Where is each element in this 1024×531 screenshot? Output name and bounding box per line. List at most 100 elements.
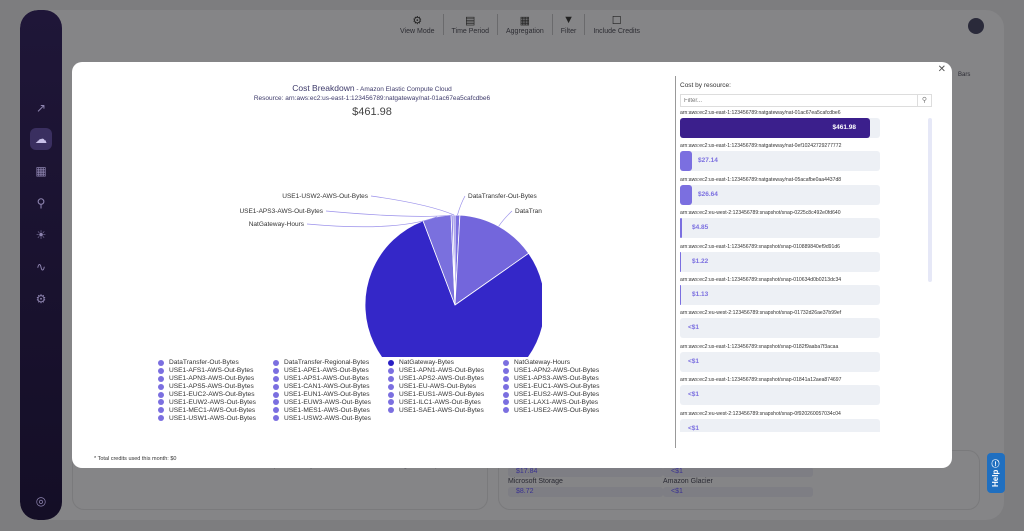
search-icon[interactable]: ⚲: [30, 192, 52, 214]
avatar[interactable]: [968, 18, 984, 34]
resource-item[interactable]: arn:aws:ec2:us-east-1:123456789:snapshot…: [680, 277, 932, 310]
slice-label: DataTransfer-Out-Bytes: [468, 193, 538, 200]
toolbar-label: View Mode: [400, 28, 435, 35]
filter-input[interactable]: [681, 95, 917, 106]
legend-swatch: [273, 391, 279, 398]
toolbar-label: Filter: [560, 28, 577, 35]
legend-swatch: [503, 391, 509, 398]
resource-item[interactable]: arn:aws:ec2:us-east-1:123456789:snapshot…: [680, 377, 932, 410]
cost-value: $27.14: [698, 157, 718, 165]
legend-label: USE1-USE2-AWS-Out-Bytes: [514, 406, 600, 414]
legend-item[interactable]: USE1-EUC1-AWS-Out-Bytes: [503, 383, 618, 391]
toolbar-view-mode-button[interactable]: ⚙ View Mode: [392, 14, 444, 35]
legend-item[interactable]: USE1-ILC1-AWS-Out-Bytes: [388, 398, 503, 406]
legend-item[interactable]: USE1-EUS2-AWS-Out-Bytes: [503, 391, 618, 399]
legend-item[interactable]: USE1-APN2-AWS-Out-Bytes: [503, 367, 618, 375]
search-icon[interactable]: ⚲: [917, 95, 931, 106]
apps-icon[interactable]: ▦: [30, 160, 52, 182]
resource-item[interactable]: arn:aws:ec2:us-east-1:123456789:natgatew…: [680, 143, 932, 176]
legend-item[interactable]: USE1-SAE1-AWS-Out-Bytes: [388, 406, 503, 414]
cloud-icon[interactable]: ☁: [30, 128, 52, 150]
legend-item[interactable]: USE1-EUW3-AWS-Out-Bytes: [273, 398, 388, 406]
legend-item[interactable]: USE1-AFS1-AWS-Out-Bytes: [158, 367, 273, 375]
legend-item[interactable]: USE1-USW2-AWS-Out-Bytes: [273, 414, 388, 422]
total-cost: $461.98: [352, 106, 392, 118]
bg-service-name: Amazon Glacier: [663, 478, 713, 485]
legend-label: USE1-APS1-AWS-Out-Bytes: [284, 375, 369, 383]
legend-label: DataTransfer-Out-Bytes: [169, 359, 239, 367]
legend-item[interactable]: USE1-APS1-AWS-Out-Bytes: [273, 375, 388, 383]
legend-item[interactable]: DataTransfer-Regional-Bytes: [273, 359, 388, 367]
cost-bar: $1.13: [680, 284, 880, 305]
slice-leader-line: [325, 210, 453, 217]
resource-item[interactable]: arn:aws:ec2:eu-west-2:123456789:snapshot…: [680, 210, 932, 243]
legend-swatch: [273, 407, 279, 414]
cost-bar: $461.98: [680, 118, 880, 138]
cost-bar: <$1: [680, 318, 880, 339]
resource-label: Resource: arn:aws:ec2:us-east-1:12345678…: [253, 95, 491, 102]
resource-item[interactable]: arn:aws:ec2:eu-west-2:123456789:snapshot…: [680, 310, 932, 343]
legend-label: USE1-EU-AWS-Out-Bytes: [399, 383, 477, 391]
legend-label: USE1-EUC2-AWS-Out-Bytes: [169, 391, 255, 398]
legend-swatch: [503, 367, 509, 374]
legend-item[interactable]: NatGateway-Hours: [503, 359, 618, 367]
legend-item[interactable]: USE1-USE2-AWS-Out-Bytes: [503, 406, 618, 414]
toolbar-include-credits-button[interactable]: ☐ Include Credits: [585, 14, 648, 35]
user-icon[interactable]: ◎: [30, 490, 52, 512]
legend-item[interactable]: USE1-CAN1-AWS-Out-Bytes: [273, 383, 388, 391]
legend-item[interactable]: USE1-APS2-AWS-Out-Bytes: [388, 375, 503, 383]
legend-item[interactable]: USE1-APS3-AWS-Out-Bytes: [503, 375, 618, 383]
legend-item[interactable]: USE1-EUN1-AWS-Out-Bytes: [273, 391, 388, 399]
legend-item[interactable]: USE1-MEC1-AWS-Out-Bytes: [158, 406, 273, 414]
resource-item[interactable]: arn:aws:ec2:eu-west-2:123456789:snapshot…: [680, 411, 932, 432]
settings-icon[interactable]: ⚙: [30, 288, 52, 310]
legend-label: NatGateway-Bytes: [399, 359, 454, 367]
resource-arn: arn:aws:ec2:us-east-1:123456789:snapshot…: [680, 377, 842, 384]
legend-item[interactable]: USE1-USW1-AWS-Out-Bytes: [158, 414, 273, 422]
grid-icon: ▦: [519, 15, 531, 27]
resource-item[interactable]: arn:aws:ec2:us-east-1:123456789:natgatew…: [680, 110, 932, 143]
trend-icon[interactable]: ∿: [30, 256, 52, 278]
legend-swatch: [388, 407, 394, 414]
legend-item[interactable]: USE1-LAX1-AWS-Out-Bytes: [503, 398, 618, 406]
legend-item[interactable]: USE1-EUS1-AWS-Out-Bytes: [388, 391, 503, 399]
resource-arn: arn:aws:ec2:us-east-1:123456789:snapshot…: [680, 243, 841, 250]
resource-item[interactable]: arn:aws:ec2:us-east-1:123456789:snapshot…: [680, 244, 932, 277]
legend-item[interactable]: USE1-EUC2-AWS-Out-Bytes: [158, 391, 273, 399]
close-icon[interactable]: ✕: [938, 64, 946, 75]
bars-select[interactable]: Bars: [958, 72, 970, 78]
legend-item[interactable]: USE1-MES1-AWS-Out-Bytes: [273, 406, 388, 414]
resource-item[interactable]: arn:aws:ec2:us-east-1:123456789:snapshot…: [680, 344, 932, 377]
legend-item[interactable]: USE1-APS5-AWS-Out-Bytes: [158, 383, 273, 391]
toolbar-time-period-button[interactable]: ▤ Time Period: [444, 14, 498, 35]
chart-icon[interactable]: ↗: [30, 97, 52, 119]
lightbulb-icon[interactable]: ☀: [30, 224, 52, 246]
checkbox-icon: ☐: [611, 15, 622, 27]
legend-item[interactable]: USE1-EU-AWS-Out-Bytes: [388, 383, 503, 391]
legend-swatch: [158, 399, 164, 406]
resource-arn: arn:aws:ec2:us-east-1:123456789:snapshot…: [680, 276, 842, 283]
legend-swatch: [273, 399, 279, 406]
cost-value: $4.85: [692, 224, 709, 232]
legend-item[interactable]: USE1-APN1-AWS-Out-Bytes: [388, 367, 503, 375]
toolbar-label: Time Period: [451, 28, 489, 35]
legend-label: USE1-EUN1-AWS-Out-Bytes: [284, 391, 370, 398]
cost-bar: $27.14: [680, 151, 880, 172]
legend-item[interactable]: DataTransfer-Out-Bytes: [158, 359, 273, 367]
toolbar-aggregation-button[interactable]: ▦ Aggregation: [498, 14, 553, 35]
bg-service-name: Microsoft Storage: [508, 478, 563, 485]
legend-label: USE1-APS2-AWS-Out-Bytes: [399, 375, 484, 383]
legend-swatch: [158, 407, 164, 414]
legend-label: USE1-APN1-AWS-Out-Bytes: [399, 367, 485, 375]
cost-bar: $1.22: [680, 251, 880, 272]
legend-item[interactable]: USE1-EUW2-AWS-Out-Bytes: [158, 398, 273, 406]
slice-label: NatGateway-Hours: [249, 221, 305, 228]
cost-bar-fill: [680, 151, 692, 172]
legend-item[interactable]: USE1-APE1-AWS-Out-Bytes: [273, 367, 388, 375]
resource-item[interactable]: arn:aws:ec2:us-east-1:123456789:natgatew…: [680, 177, 932, 210]
help-button[interactable]: Help ⓘ: [987, 453, 1005, 493]
legend-item[interactable]: NatGateway-Bytes: [388, 359, 503, 367]
toolbar-filter-button[interactable]: ▼ Filter: [553, 14, 586, 35]
scrollbar[interactable]: [928, 118, 932, 282]
legend-item[interactable]: USE1-APN3-AWS-Out-Bytes: [158, 375, 273, 383]
